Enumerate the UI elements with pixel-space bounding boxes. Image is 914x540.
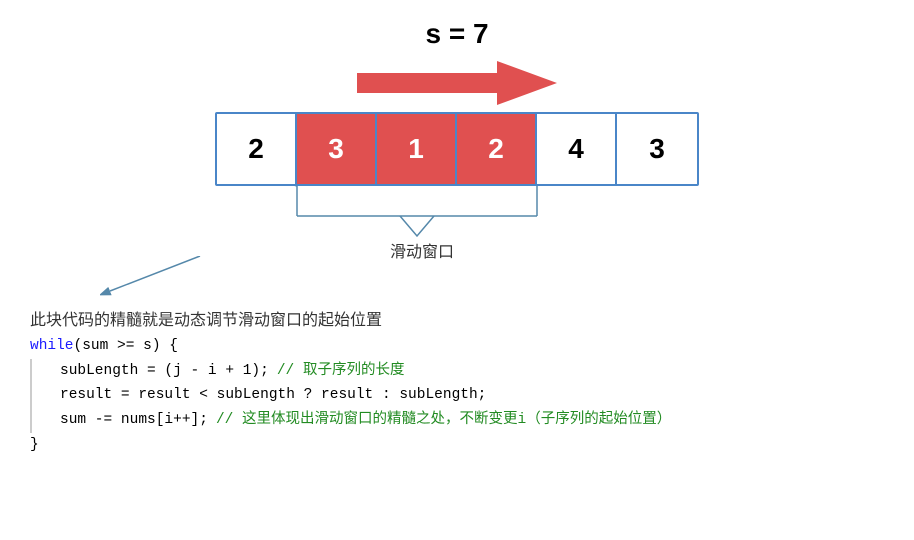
array-wrapper: 2 3 1 2 4 3 (215, 112, 699, 186)
code-line-1-rest: (sum >= s) { (74, 334, 178, 359)
indent-3 (30, 383, 50, 408)
cell-4: 4 (537, 114, 617, 184)
bracket-svg (0, 186, 914, 266)
right-arrow-icon (357, 58, 557, 108)
cell-2: 1 (377, 114, 457, 184)
code-line-4-code: sum -= nums[i++]; (60, 408, 208, 433)
code-line-4: sum -= nums[i++]; // 这里体现出滑动窗口的精髓之处，不断变更… (30, 408, 914, 433)
code-line-3: result = result < subLength ? result : s… (30, 383, 914, 408)
cell-1: 3 (297, 114, 377, 184)
description-text: 此块代码的精髓就是动态调节滑动窗口的起始位置 (30, 306, 914, 330)
code-line-2: subLength = (j - i + 1); // 取子序列的长度 (30, 359, 914, 384)
code-line-5: } (30, 433, 914, 458)
keyword-while: while (30, 334, 74, 359)
closing-brace: } (30, 433, 39, 458)
diagonal-arrow-svg (100, 256, 350, 296)
arrow-container (0, 58, 914, 108)
array-container: 2 3 1 2 4 3 (0, 112, 914, 186)
indent-4 (30, 408, 50, 433)
code-line-2-code: subLength = (j - i + 1); (60, 359, 269, 384)
indent-2 (30, 359, 50, 384)
title: s = 7 (0, 0, 914, 50)
cell-5: 3 (617, 114, 697, 184)
bracket-area: 滑动窗口 (0, 186, 914, 266)
code-block: while (sum >= s) { subLength = (j - i + … (30, 334, 914, 457)
cell-0: 2 (217, 114, 297, 184)
code-line-1: while (sum >= s) { (30, 334, 914, 359)
cell-3: 2 (457, 114, 537, 184)
code-line-3-code: result = result < subLength ? result : s… (60, 383, 486, 408)
code-line-2-comment: // 取子序列的长度 (277, 359, 405, 384)
code-line-4-comment: // 这里体现出滑动窗口的精髓之处，不断变更i（子序列的起始位置） (216, 408, 671, 433)
